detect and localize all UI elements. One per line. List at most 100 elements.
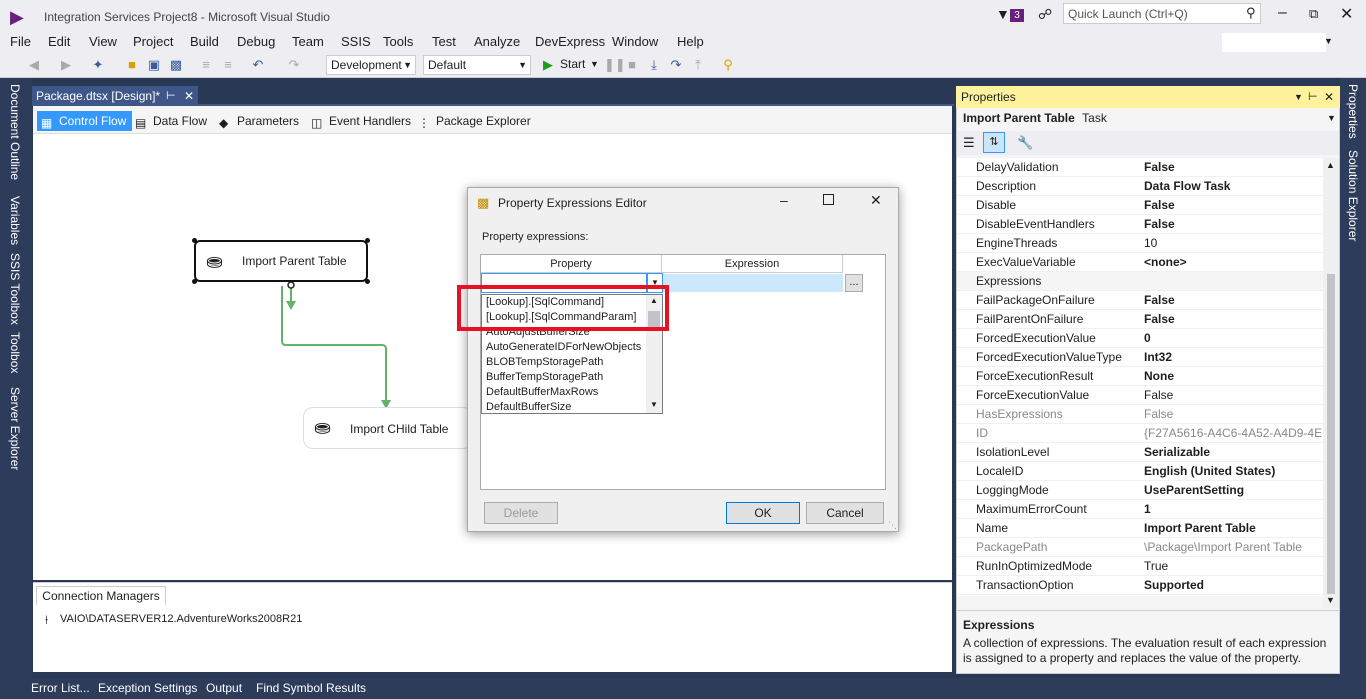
property-row[interactable]: ForceExecutionValue False bbox=[957, 386, 1323, 405]
property-row[interactable]: ExecValueVariable <none> bbox=[957, 253, 1323, 272]
dropdown-item[interactable]: AutoGenerateIDForNewObjects bbox=[486, 340, 641, 355]
property-value[interactable]: False bbox=[1144, 291, 1322, 310]
feedback-icon[interactable]: ☍ bbox=[1038, 6, 1052, 23]
output-tab[interactable]: Output bbox=[206, 681, 242, 695]
selection-handle[interactable] bbox=[192, 238, 197, 243]
resize-grip-icon[interactable]: ⋱ bbox=[888, 520, 897, 531]
menu-file[interactable]: File bbox=[10, 34, 31, 49]
restore-button[interactable]: ⧉ bbox=[1309, 6, 1318, 22]
find-icon[interactable]: ⚲ bbox=[720, 57, 736, 73]
property-value[interactable]: 1 bbox=[1144, 500, 1322, 519]
server-explorer-tab[interactable]: Server Explorer bbox=[8, 387, 22, 470]
start-button-label[interactable]: Start bbox=[560, 57, 585, 71]
pin-icon[interactable]: ⊢ bbox=[166, 86, 176, 106]
tab-control-flow[interactable]: ▦ Control Flow bbox=[37, 111, 133, 131]
menu-project[interactable]: Project bbox=[133, 34, 173, 49]
tab-package-explorer[interactable]: ⋮ Package Explorer bbox=[414, 111, 531, 131]
property-row[interactable]: ID {F27A5616-A4C6-4A52-A4D9-4EBB bbox=[957, 424, 1323, 443]
close-icon[interactable]: ✕ bbox=[1324, 86, 1334, 108]
property-row[interactable]: FailPackageOnFailure False bbox=[957, 291, 1323, 310]
menu-tools[interactable]: Tools bbox=[383, 34, 413, 49]
property-row[interactable]: RunInOptimizedMode True bbox=[957, 557, 1323, 576]
property-row[interactable]: DelayValidation False bbox=[957, 158, 1323, 177]
variables-tab[interactable]: Variables bbox=[8, 196, 22, 245]
property-value[interactable]: Data Flow Task bbox=[1144, 177, 1322, 196]
menu-debug[interactable]: Debug bbox=[237, 34, 275, 49]
account-box[interactable] bbox=[1222, 33, 1326, 52]
ssis-toolbox-tab[interactable]: SSIS Toolbox bbox=[8, 253, 22, 325]
property-value[interactable]: False bbox=[1144, 158, 1322, 177]
alphabetical-icon[interactable]: ⇅ bbox=[983, 132, 1005, 153]
tab-parameters[interactable]: ◆ Parameters bbox=[215, 111, 299, 131]
menu-build[interactable]: Build bbox=[190, 34, 219, 49]
selection-handle[interactable] bbox=[365, 279, 370, 284]
object-selector[interactable]: Import Parent Table Task ▼ bbox=[957, 108, 1339, 130]
account-dropdown-icon[interactable]: ▼ bbox=[1324, 36, 1333, 46]
dropdown-item[interactable]: DefaultBufferMaxRows bbox=[486, 385, 598, 400]
property-row[interactable]: Expressions bbox=[957, 272, 1323, 291]
comment-icon[interactable]: ≡ bbox=[198, 57, 214, 73]
property-value[interactable]: None bbox=[1144, 367, 1322, 386]
pin-icon[interactable]: ⊢ bbox=[1308, 86, 1318, 108]
close-window-button[interactable]: ✕ bbox=[1340, 4, 1353, 24]
menu-edit[interactable]: Edit bbox=[48, 34, 70, 49]
property-value[interactable]: False bbox=[1144, 310, 1322, 329]
menu-test[interactable]: Test bbox=[432, 34, 456, 49]
pause-icon[interactable]: ❚❚ bbox=[604, 57, 626, 73]
property-value[interactable]: {F27A5616-A4C6-4A52-A4D9-4EBB bbox=[1144, 424, 1322, 443]
chevron-down-icon[interactable]: ▼ bbox=[1294, 86, 1303, 108]
filter-icon[interactable]: ▼ bbox=[996, 6, 1010, 22]
ok-button[interactable]: OK bbox=[726, 502, 800, 524]
undo-icon[interactable]: ↶ bbox=[250, 57, 266, 73]
property-row[interactable]: FailParentOnFailure False bbox=[957, 310, 1323, 329]
step-into-icon[interactable]: ⤓ bbox=[646, 57, 662, 73]
property-value[interactable]: False bbox=[1144, 386, 1322, 405]
tab-data-flow[interactable]: ▤ Data Flow bbox=[131, 111, 207, 131]
save-icon[interactable]: ▣ bbox=[146, 57, 162, 73]
property-row[interactable]: ForcedExecutionValue 0 bbox=[957, 329, 1323, 348]
property-row[interactable]: IsolationLevel Serializable bbox=[957, 443, 1323, 462]
property-value[interactable]: Serializable bbox=[1144, 443, 1322, 462]
task-import-child-table[interactable]: ⛂ Import CHild Table bbox=[303, 407, 473, 449]
redo-icon[interactable]: ↷ bbox=[286, 57, 302, 73]
task-import-parent-table[interactable]: ⛂ Import Parent Table bbox=[192, 238, 370, 284]
categorized-icon[interactable]: ☰ bbox=[963, 135, 975, 151]
solution-platform-select[interactable]: Default ▼ bbox=[423, 55, 531, 75]
document-tab[interactable]: Package.dtsx [Design]* ⊢ ✕ bbox=[32, 86, 198, 106]
new-project-icon[interactable]: ✦ bbox=[90, 57, 106, 73]
close-dialog-button[interactable]: ✕ bbox=[870, 192, 882, 209]
menu-ssis[interactable]: SSIS bbox=[341, 34, 371, 49]
exception-settings-tab[interactable]: Exception Settings bbox=[98, 681, 197, 695]
property-value[interactable]: UseParentSetting bbox=[1144, 481, 1322, 500]
step-over-icon[interactable]: ↷ bbox=[668, 57, 684, 73]
selection-handle[interactable] bbox=[365, 238, 370, 243]
quick-launch-input[interactable]: Quick Launch (Ctrl+Q) ⚲ bbox=[1063, 3, 1261, 24]
property-value[interactable]: Supported bbox=[1144, 576, 1322, 595]
property-value[interactable]: 10 bbox=[1144, 234, 1322, 253]
property-row[interactable]: MaximumErrorCount 1 bbox=[957, 500, 1323, 519]
property-pages-icon[interactable]: 🔧 bbox=[1017, 135, 1033, 151]
menu-window[interactable]: Window bbox=[612, 34, 658, 49]
properties-side-tab[interactable]: Properties bbox=[1346, 84, 1360, 139]
property-row[interactable]: PackagePath \Package\Import Parent Table bbox=[957, 538, 1323, 557]
solution-explorer-tab[interactable]: Solution Explorer bbox=[1346, 150, 1360, 241]
menu-help[interactable]: Help bbox=[677, 34, 704, 49]
delete-button[interactable]: Delete bbox=[484, 502, 558, 524]
property-row[interactable]: EngineThreads 10 bbox=[957, 234, 1323, 253]
property-row[interactable]: LocaleID English (United States) bbox=[957, 462, 1323, 481]
start-dropdown-icon[interactable]: ▼ bbox=[590, 59, 599, 69]
step-out-icon[interactable]: ⤒ bbox=[690, 57, 706, 73]
notification-badge[interactable]: 3 bbox=[1010, 9, 1024, 22]
toolbox-tab[interactable]: Toolbox bbox=[8, 332, 22, 373]
property-value[interactable]: Int32 bbox=[1144, 348, 1322, 367]
document-outline-tab[interactable]: Document Outline bbox=[8, 84, 22, 180]
stop-icon[interactable]: ■ bbox=[624, 57, 640, 73]
property-row[interactable]: LoggingMode UseParentSetting bbox=[957, 481, 1323, 500]
dropdown-item[interactable]: BLOBTempStoragePath bbox=[486, 355, 603, 370]
property-row[interactable]: DisableEventHandlers False bbox=[957, 215, 1323, 234]
property-value[interactable]: False bbox=[1144, 215, 1322, 234]
navigate-back-icon[interactable]: ◀ bbox=[26, 57, 42, 73]
menu-devexpress[interactable]: DevExpress bbox=[535, 34, 605, 49]
scroll-thumb[interactable] bbox=[1327, 274, 1335, 594]
property-value[interactable]: <none> bbox=[1144, 253, 1322, 272]
